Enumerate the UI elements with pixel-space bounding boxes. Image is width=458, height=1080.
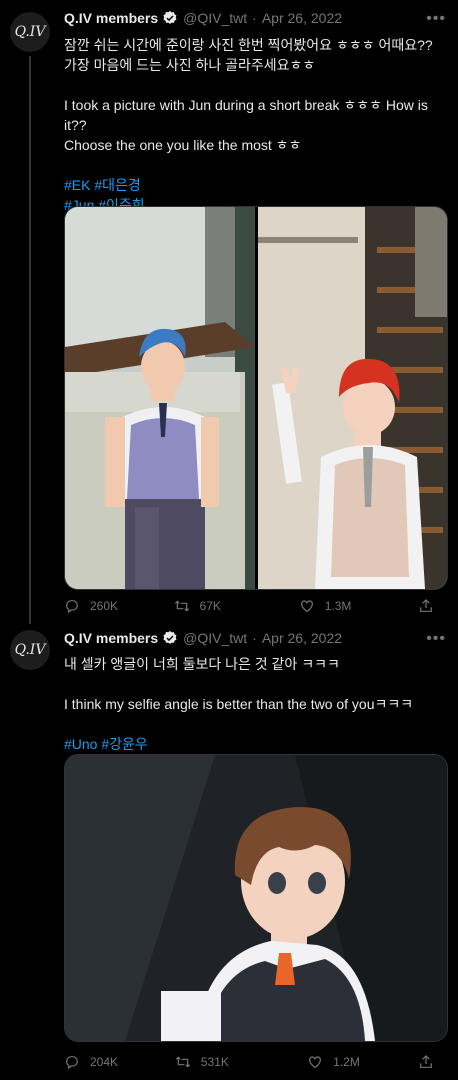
like-icon xyxy=(300,600,313,613)
like-count: 1.2M xyxy=(333,1055,360,1069)
text-line: 가장 마음에 드는 사진 하나 골라주세요ㅎㅎ xyxy=(64,57,316,73)
tweet-header: Q.IV members @QIV_twt · Apr 26, 2022 xyxy=(64,630,342,646)
avatar-logo: Q.IV xyxy=(14,642,46,658)
avatar-logo: Q.IV xyxy=(14,24,46,40)
text-line: I think my selfie angle is better than t… xyxy=(64,696,414,712)
separator-dot: · xyxy=(252,630,257,646)
text-line xyxy=(64,155,444,175)
like-button[interactable]: 1.2M xyxy=(307,1054,418,1070)
author-handle[interactable]: @QIV_twt xyxy=(183,10,247,26)
reply-count: 260K xyxy=(90,599,119,613)
avatar[interactable]: Q.IV xyxy=(10,12,50,52)
text-line: 내 셀카 앵글이 너희 둘보다 나은 것 같아 ㅋㅋㅋ xyxy=(64,656,340,672)
avatar[interactable]: Q.IV xyxy=(10,630,50,670)
share-button[interactable] xyxy=(418,1054,444,1070)
tweet-text: 내 셀카 앵글이 너희 둘보다 나은 것 같아 ㅋㅋㅋ I think my s… xyxy=(64,654,444,754)
text-line xyxy=(64,674,444,694)
more-icon[interactable]: ••• xyxy=(426,10,446,28)
action-bar: 204K 531K 1.2M xyxy=(64,1054,444,1070)
more-icon[interactable]: ••• xyxy=(426,630,446,648)
hashtag-line: #EK #대은경 xyxy=(64,175,444,195)
like-count: 1.3M xyxy=(324,599,352,613)
photo-right[interactable] xyxy=(258,207,447,589)
tweet-media[interactable] xyxy=(64,206,448,590)
photo-left[interactable] xyxy=(65,207,255,589)
share-button[interactable] xyxy=(418,598,444,614)
retweet-button[interactable]: 67K xyxy=(174,598,299,614)
retweet-icon xyxy=(175,1056,190,1068)
hashtag-link[interactable]: #Uno xyxy=(64,736,97,752)
verified-icon xyxy=(163,631,177,644)
share-icon xyxy=(420,599,432,612)
verified-icon xyxy=(163,11,177,24)
tweet-media[interactable] xyxy=(64,754,448,1042)
tweet-text: 잠깐 쉬는 시간에 준이랑 사진 한번 찍어봤어요 ㅎㅎㅎ 어때요?? 가장 마… xyxy=(64,35,444,215)
hashtag-link[interactable]: #대은경 xyxy=(94,177,140,193)
retweet-icon xyxy=(174,600,189,612)
tweet-2[interactable]: Q.IV Q.IV members @QIV_twt · Apr 26, 202… xyxy=(0,620,458,1080)
like-button[interactable]: 1.3M xyxy=(299,598,418,614)
retweet-count: 531K xyxy=(200,1055,229,1069)
text-line xyxy=(64,75,444,95)
like-icon xyxy=(309,1056,322,1069)
share-icon xyxy=(420,1055,432,1068)
thread-line xyxy=(29,56,31,624)
tweet-date[interactable]: Apr 26, 2022 xyxy=(262,10,342,26)
tweet-1[interactable]: Q.IV Q.IV members @QIV_twt · Apr 26, 202… xyxy=(0,0,458,625)
author-name[interactable]: Q.IV members xyxy=(64,10,158,26)
hashtag-link[interactable]: #강윤우 xyxy=(101,736,147,752)
author-name[interactable]: Q.IV members xyxy=(64,630,158,646)
hashtag-link[interactable]: #EK xyxy=(64,177,90,193)
action-bar: 260K 67K 1.3M xyxy=(64,598,444,614)
hashtag-line: #Uno #강윤우 xyxy=(64,734,444,754)
author-handle[interactable]: @QIV_twt xyxy=(183,630,247,646)
reply-button[interactable]: 204K xyxy=(64,1054,175,1070)
retweet-button[interactable]: 531K xyxy=(175,1054,307,1070)
text-line: 잠깐 쉬는 시간에 준이랑 사진 한번 찍어봤어요 ㅎㅎㅎ 어때요?? xyxy=(64,37,433,53)
photo-selfie xyxy=(65,755,447,1041)
reply-button[interactable]: 260K xyxy=(64,598,174,614)
reply-icon xyxy=(66,600,78,614)
tweet-header: Q.IV members @QIV_twt · Apr 26, 2022 xyxy=(64,10,342,26)
separator-dot: · xyxy=(252,10,257,26)
text-line xyxy=(64,714,444,734)
text-line: Choose the one you like the most ㅎㅎ xyxy=(64,137,302,153)
tweet-date[interactable]: Apr 26, 2022 xyxy=(262,630,342,646)
photo-pair xyxy=(65,207,447,589)
reply-icon xyxy=(66,1056,78,1070)
text-line: I took a picture with Jun during a short… xyxy=(64,97,428,133)
retweet-count: 67K xyxy=(199,599,221,613)
reply-count: 204K xyxy=(90,1055,119,1069)
